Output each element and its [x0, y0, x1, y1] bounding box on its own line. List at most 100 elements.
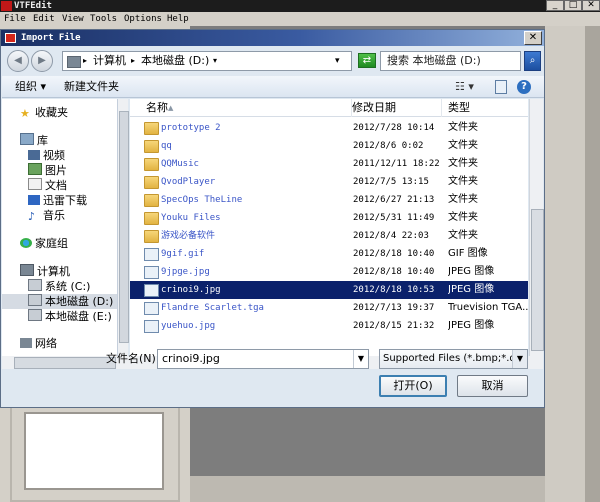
filetype-dropdown-icon[interactable]: ▼ — [512, 350, 527, 368]
file-row[interactable]: SpecOps TheLine 2012/6/27 21:13 文件夹 — [130, 191, 528, 209]
back-button[interactable]: ◀ — [7, 50, 29, 72]
nav-favorites[interactable]: ★ 收藏夹 — [2, 105, 117, 120]
column-header-type[interactable]: 类型 — [442, 99, 528, 117]
nav-drive-c[interactable]: 系统 (C:) — [2, 279, 117, 294]
menu-file[interactable]: File — [4, 12, 26, 26]
column-header-name[interactable]: 名称 ▲ — [140, 99, 352, 117]
file-name: 游戏必备软件 — [161, 231, 216, 241]
nav-drive-e[interactable]: 本地磁盘 (E:) — [2, 309, 117, 324]
search-placeholder: 搜索 本地磁盘 (D:) — [387, 54, 481, 67]
file-type: 文件夹 — [448, 194, 478, 205]
close-button[interactable]: ✕ — [582, 0, 600, 11]
search-input[interactable]: 搜索 本地磁盘 (D:) — [380, 51, 521, 71]
app-right-scrollbar[interactable] — [585, 26, 600, 502]
nav-library-documents[interactable]: 文档 — [2, 178, 117, 193]
file-type: Truevision TGA... — [448, 302, 528, 313]
forward-button[interactable]: ▶ — [31, 50, 53, 72]
folder-icon — [144, 194, 159, 207]
file-type: JPEG 图像 — [448, 266, 495, 277]
file-row[interactable]: yuehuo.jpg 2012/8/15 21:32 JPEG 图像 — [130, 317, 528, 335]
music-icon: ♪ — [28, 210, 36, 223]
folder-icon — [144, 158, 159, 171]
file-name: 9jpge.jpg — [161, 267, 210, 277]
file-name: qq — [161, 141, 172, 151]
filetype-value: Supported Files (*.bmp;*.dds — [383, 353, 528, 364]
open-button[interactable]: 打开(O) — [379, 375, 447, 397]
menu-help[interactable]: Help — [167, 12, 189, 26]
file-list: 名称 ▲ 修改日期 类型 prototype 2 2012/7/28 10:14 文件… — [130, 99, 528, 369]
file-row[interactable]: crinoi9.jpg 2012/8/18 10:53 JPEG 图像 — [130, 281, 528, 299]
nav-library-pictures[interactable]: 图片 — [2, 163, 117, 178]
image-file-icon — [144, 284, 159, 297]
file-date: 2011/12/11 18:22 — [353, 159, 440, 169]
maximize-button[interactable]: □ — [564, 0, 582, 11]
nav-drive-d[interactable]: 本地磁盘 (D:) — [2, 294, 117, 309]
breadcrumb-computer[interactable]: 计算机 — [93, 52, 126, 70]
refresh-button[interactable]: ⇄ — [358, 53, 376, 68]
file-row[interactable]: Youku Files 2012/5/31 11:49 文件夹 — [130, 209, 528, 227]
view-options-icon[interactable]: ☷ ▾ — [455, 80, 474, 94]
nav-computer[interactable]: 计算机 — [2, 264, 117, 279]
organize-button[interactable]: 组织 ▾ — [15, 76, 46, 98]
nav-network[interactable]: 网络 — [2, 336, 117, 351]
file-name: Youku Files — [161, 213, 221, 223]
file-name: crinoi9.jpg — [161, 285, 221, 295]
file-name: yuehuo.jpg — [161, 321, 216, 331]
file-type: 文件夹 — [448, 176, 478, 187]
file-date: 2012/7/13 19:37 — [353, 303, 435, 313]
menu-options[interactable]: Options — [124, 12, 162, 26]
address-bar[interactable]: ▸ 计算机 ▸ 本地磁盘 (D:) ▾ ▾ — [62, 51, 352, 71]
preview-pane-icon[interactable] — [495, 80, 507, 94]
file-row[interactable]: QvodPlayer 2012/7/5 13:15 文件夹 — [130, 173, 528, 191]
app-preview-panel — [10, 402, 180, 502]
file-row[interactable]: qq 2012/8/6 0:02 文件夹 — [130, 137, 528, 155]
menu-edit[interactable]: Edit — [33, 12, 55, 26]
nav-library[interactable]: 库 — [2, 133, 117, 148]
file-date: 2012/8/6 0:02 — [353, 141, 424, 151]
breadcrumb-dropdown-icon[interactable]: ▾ — [213, 52, 217, 70]
star-icon: ★ — [20, 107, 30, 120]
file-row[interactable]: 游戏必备软件 2012/8/4 22:03 文件夹 — [130, 227, 528, 245]
cancel-button[interactable]: 取消 — [457, 375, 528, 397]
app-title: VTFEdit — [14, 1, 52, 11]
file-row[interactable]: 9gif.gif 2012/8/18 10:40 GIF 图像 — [130, 245, 528, 263]
file-list-scroll-thumb[interactable] — [531, 209, 544, 351]
filename-input[interactable]: crinoi9.jpg ▼ — [157, 349, 369, 369]
file-type: 文件夹 — [448, 212, 478, 223]
filename-dropdown-icon[interactable]: ▼ — [353, 350, 368, 368]
help-icon[interactable]: ? — [517, 80, 531, 94]
search-button[interactable]: ⌕ — [524, 51, 541, 71]
horizontal-scroll-thumb[interactable] — [14, 357, 116, 369]
file-date: 2012/8/4 22:03 — [353, 231, 429, 241]
nav-library-xunlei[interactable]: 迅雷下载 — [2, 193, 117, 208]
file-name: QQMusic — [161, 159, 199, 169]
filetype-select[interactable]: Supported Files (*.bmp;*.dds ▼ — [379, 349, 528, 369]
file-row[interactable]: Flandre Scarlet.tga 2012/7/13 19:37 Truevi… — [130, 299, 528, 317]
file-row[interactable]: prototype 2 2012/7/28 10:14 文件夹 — [130, 119, 528, 137]
menu-tools[interactable]: Tools — [90, 12, 117, 26]
breadcrumb-drive-d[interactable]: 本地磁盘 (D:) — [141, 52, 209, 70]
minimize-button[interactable]: _ — [546, 0, 564, 11]
file-list-scrollbar[interactable] — [529, 99, 544, 369]
nav-library-label: 库 — [37, 134, 48, 147]
sort-ascending-icon: ▲ — [168, 104, 174, 112]
file-row[interactable]: QQMusic 2011/12/11 18:22 文件夹 — [130, 155, 528, 173]
address-history-dropdown-icon[interactable]: ▾ — [335, 52, 340, 70]
nav-library-music[interactable]: ♪ 音乐 — [2, 208, 117, 223]
file-row[interactable]: 9jpge.jpg 2012/8/18 10:40 JPEG 图像 — [130, 263, 528, 281]
menu-view[interactable]: View — [62, 12, 84, 26]
breadcrumb-separator-icon: ▸ — [83, 56, 88, 65]
navigation-scrollbar[interactable] — [118, 99, 129, 369]
dialog-close-button[interactable]: ✕ — [524, 31, 542, 45]
column-header-date[interactable]: 修改日期 — [346, 99, 442, 117]
nav-library-videos[interactable]: 视频 — [2, 148, 117, 163]
image-file-icon — [144, 248, 159, 261]
file-name: SpecOps TheLine — [161, 195, 243, 205]
dialog-app-icon — [5, 33, 16, 43]
download-icon — [28, 195, 40, 205]
nav-homegroup[interactable]: 家庭组 — [2, 236, 117, 251]
navigation-scroll-thumb[interactable] — [119, 111, 129, 343]
search-icon: ⌕ — [529, 55, 536, 66]
new-folder-button[interactable]: 新建文件夹 — [64, 76, 119, 98]
image-file-icon — [144, 302, 159, 315]
